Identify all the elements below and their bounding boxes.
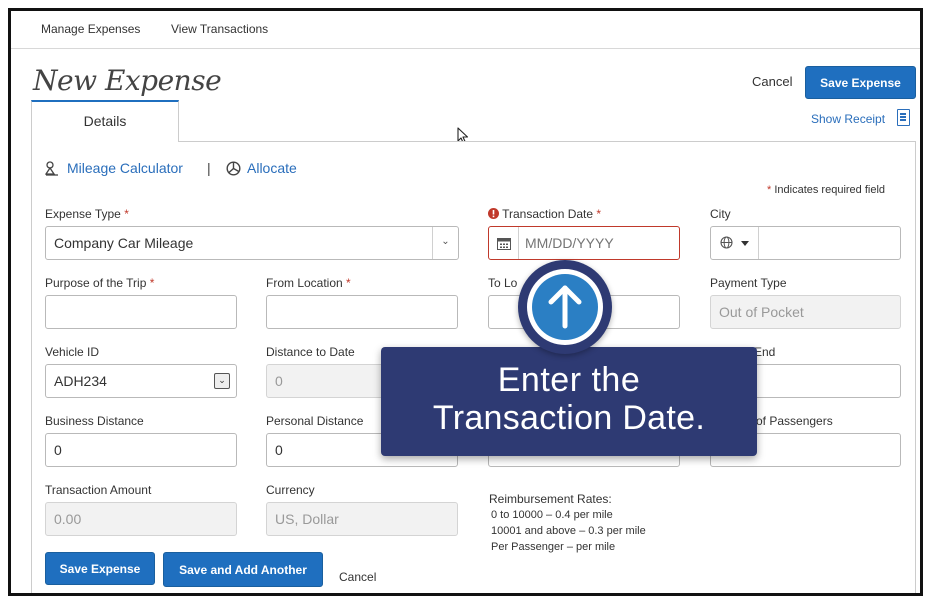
payment-type-label: Payment Type [710, 276, 787, 290]
required-star: * [767, 184, 772, 196]
from-location-label: From Location * [266, 276, 351, 290]
rate-line: 10001 and above – 0.3 per mile [491, 525, 646, 537]
callout-arrow-badge [518, 260, 612, 354]
payment-type-field: Out of Pocket [710, 295, 901, 329]
save-expense-bottom-button[interactable]: Save Expense [45, 552, 155, 585]
business-distance-input[interactable]: 0 [45, 433, 237, 467]
callout-line-1: Enter the [497, 361, 641, 399]
reimbursement-rates-title: Reimbursement Rates: [489, 492, 612, 506]
city-field[interactable] [710, 226, 901, 260]
callout-line-2: Transaction Date. [432, 399, 706, 437]
vehicle-id-label: Vehicle ID [45, 345, 100, 359]
to-location-label: To Lo [488, 276, 518, 290]
currency-label: Currency [266, 483, 315, 497]
cancel-bottom-button[interactable]: Cancel [339, 570, 376, 584]
chevron-down-icon[interactable]: ⌄ [214, 373, 230, 389]
vehicle-id-select[interactable]: ADH234 ⌄ [45, 364, 237, 398]
purpose-label-text: Purpose of the Trip [45, 276, 147, 290]
currency-field: US, Dollar [266, 502, 458, 536]
required-field-note: * Indicates required field [767, 184, 885, 196]
purpose-input[interactable] [45, 295, 237, 329]
from-location-input[interactable] [266, 295, 458, 329]
mileage-calculator-link[interactable]: Mileage Calculator [67, 160, 183, 176]
allocate-link[interactable]: Allocate [247, 160, 297, 176]
required-star: * [149, 276, 155, 290]
page-title: New Expense [33, 64, 222, 97]
caret-down-icon [741, 241, 749, 246]
expense-type-label-text: Expense Type [45, 207, 121, 221]
save-expense-button[interactable]: Save Expense [805, 66, 916, 99]
transaction-amount-label: Transaction Amount [45, 483, 152, 497]
from-location-label-text: From Location [266, 276, 343, 290]
rate-line: 0 to 10000 – 0.4 per mile [491, 509, 613, 521]
globe-icon [720, 236, 733, 249]
tab-view-transactions[interactable]: View Transactions [171, 22, 268, 36]
rate-line: Per Passenger – per mile [491, 541, 616, 553]
transaction-date-label: Transaction Date * [488, 207, 601, 221]
city-location-select[interactable] [711, 227, 759, 259]
tab-manage-expenses[interactable]: Manage Expenses [41, 22, 140, 36]
save-and-add-another-button[interactable]: Save and Add Another [163, 552, 323, 587]
city-label: City [710, 207, 731, 221]
vehicle-id-value: ADH234 [54, 373, 107, 389]
link-separator: | [207, 160, 211, 176]
personal-distance-label: Personal Distance [266, 414, 364, 428]
cancel-button[interactable]: Cancel [752, 74, 792, 89]
error-icon [488, 208, 499, 219]
required-note-text: Indicates required field [774, 184, 886, 196]
transaction-date-label-text: Transaction Date [502, 207, 594, 221]
allocate-icon [226, 161, 241, 176]
tab-details[interactable]: Details [31, 100, 179, 142]
num-passengers-label: of Passengers [756, 414, 833, 428]
transaction-date-input[interactable] [525, 227, 675, 259]
show-receipt-link[interactable]: Show Receipt [811, 112, 885, 126]
expense-type-value: Company Car Mileage [54, 235, 194, 251]
required-star: * [346, 276, 351, 290]
required-star: * [596, 207, 602, 221]
expense-type-select[interactable]: Company Car Mileage ⌄ [45, 226, 459, 260]
up-arrow-icon [548, 285, 582, 329]
reimbursement-rates: Reimbursement Rates: 0 to 10000 – 0.4 pe… [489, 491, 646, 555]
app-window: Manage Expenses View Transactions New Ex… [8, 8, 923, 596]
business-distance-label: Business Distance [45, 414, 144, 428]
receipt-icon[interactable] [897, 109, 910, 126]
transaction-amount-field: 0.00 [45, 502, 237, 536]
purpose-label: Purpose of the Trip * [45, 276, 154, 290]
mileage-calculator-icon [45, 161, 58, 176]
transaction-date-field[interactable] [488, 226, 680, 260]
required-star: * [124, 207, 129, 221]
chevron-down-icon: ⌄ [432, 227, 458, 259]
distance-to-date-label: Distance to Date [266, 345, 355, 359]
tutorial-callout: Enter the Transaction Date. [381, 347, 757, 456]
top-navigation: Manage Expenses View Transactions [11, 11, 920, 49]
calendar-icon[interactable] [489, 227, 519, 259]
expense-type-label: Expense Type * [45, 207, 129, 221]
